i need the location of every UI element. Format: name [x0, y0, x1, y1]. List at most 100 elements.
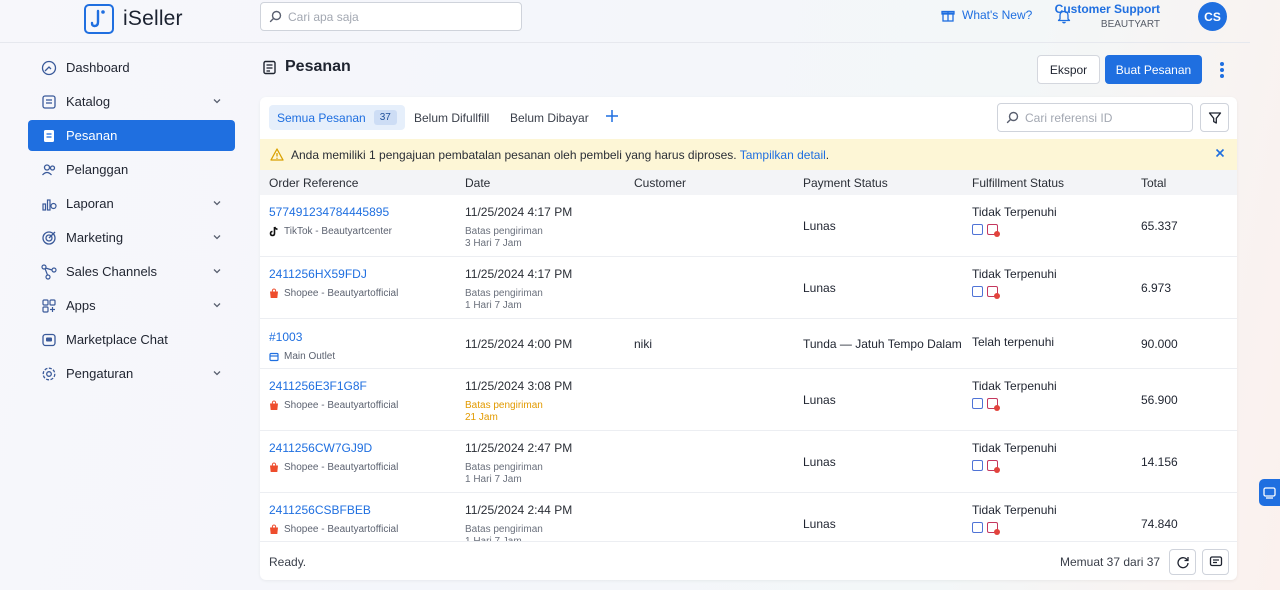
channel-name: Shopee - Beautyartofficial: [284, 400, 399, 411]
orders-panel: Semua Pesanan 37 Belum Difullfill Belum …: [260, 97, 1237, 580]
user-info[interactable]: Customer Support BEAUTYART: [1055, 2, 1160, 30]
reference-search-input[interactable]: [1025, 110, 1185, 125]
shipping-deadline-value: 3 Hari 7 Jam: [465, 238, 522, 249]
table-row[interactable]: 2411256E3F1G8F Shopee - Beautyartofficial…: [260, 369, 1237, 431]
orders-icon: [41, 128, 57, 144]
package-icon: [972, 522, 983, 533]
sidebar-item-label: Marketing: [66, 230, 124, 245]
package-icon: [972, 286, 983, 297]
column-header-date[interactable]: Date: [465, 176, 490, 190]
order-total: 65.337: [1141, 219, 1178, 233]
fulfillment-icons: [972, 522, 1057, 535]
add-tab-icon[interactable]: [605, 109, 619, 123]
sidebar-item-dashboard[interactable]: Dashboard: [28, 52, 235, 83]
table-row[interactable]: 577491234784445895 TikTok - Beautyartcent…: [260, 195, 1237, 257]
payment-status: Lunas: [803, 455, 836, 469]
logo[interactable]: iSeller: [84, 3, 183, 35]
table-row[interactable]: 2411256CSBFBEB Shopee - Beautyartofficial…: [260, 493, 1237, 541]
sidebar: Dashboard Katalog Pesanan Pelanggan Lapo…: [28, 52, 235, 392]
settings-icon: [41, 366, 57, 382]
chevron-down-icon: [213, 99, 221, 104]
shipping-deadline-value: 1 Hari 7 Jam: [465, 474, 522, 485]
sales-channel: Shopee - Beautyartofficial: [269, 288, 398, 299]
search-icon: [1006, 111, 1019, 124]
fulfillment-status: Tidak Terpenuhi: [972, 205, 1057, 219]
channel-name: Shopee - Beautyartofficial: [284, 288, 399, 299]
close-icon[interactable]: [1215, 148, 1225, 158]
fulfillment-status: Tidak Terpenuhi: [972, 267, 1057, 281]
reference-search[interactable]: [997, 103, 1193, 132]
marketing-icon: [41, 230, 57, 246]
show-detail-link[interactable]: Tampilkan detail: [740, 148, 826, 162]
cancellation-alert: Anda memiliki 1 pengajuan pembatalan pes…: [260, 139, 1237, 170]
shipping-deadline-label: Batas pengiriman: [465, 462, 543, 473]
tab-count-badge: 37: [373, 110, 397, 125]
order-reference-link[interactable]: 2411256E3F1G8F: [269, 379, 398, 393]
order-reference-link[interactable]: #1003: [269, 330, 335, 344]
table-row[interactable]: 2411256HX59FDJ Shopee - Beautyartofficial…: [260, 257, 1237, 319]
tab-all-orders[interactable]: Semua Pesanan 37: [269, 105, 405, 130]
sidebar-item-pengaturan[interactable]: Pengaturan: [28, 358, 235, 389]
document-alert-icon: [987, 522, 1000, 535]
sidebar-item-katalog[interactable]: Katalog: [28, 86, 235, 117]
sidebar-item-label: Sales Channels: [66, 264, 158, 279]
whats-new-label: What's New?: [962, 8, 1033, 22]
shipping-deadline-label: Batas pengiriman: [465, 226, 543, 237]
shipping-deadline-value: 21 Jam: [465, 412, 498, 423]
order-date: 11/25/2024 2:44 PM: [465, 503, 573, 517]
tab-unpaid[interactable]: Belum Dibayar: [510, 105, 589, 130]
sidebar-item-pesanan[interactable]: Pesanan: [28, 120, 235, 151]
order-reference-link[interactable]: 577491234784445895: [269, 205, 392, 219]
order-reference-link[interactable]: 2411256HX59FDJ: [269, 267, 398, 281]
payment-status: Tunda — Jatuh Tempo Dalam 7: [803, 337, 963, 351]
sidebar-item-apps[interactable]: Apps: [28, 290, 235, 321]
refresh-button[interactable]: [1169, 549, 1196, 575]
fulfillment-status: Tidak Terpenuhi: [972, 379, 1057, 393]
table-row[interactable]: #1003 Main Outlet 11/25/2024 4:00 PM niki Tu…: [260, 319, 1237, 369]
chevron-down-icon: [213, 371, 221, 376]
filter-button[interactable]: [1200, 103, 1229, 132]
catalog-icon: [41, 94, 57, 110]
sidebar-item-marketplace-chat[interactable]: Marketplace Chat: [28, 324, 235, 355]
order-reference-link[interactable]: 2411256CSBFBEB: [269, 503, 398, 517]
load-status: Ready.: [269, 555, 307, 569]
order-date: 11/25/2024 4:00 PM: [465, 337, 573, 351]
sales-channel: TikTok - Beautyartcenter: [269, 226, 392, 237]
create-order-button[interactable]: Buat Pesanan: [1105, 55, 1202, 84]
warning-icon: [270, 148, 284, 161]
order-date: 11/25/2024 4:17 PM: [465, 267, 573, 281]
more-options-icon[interactable]: [1216, 60, 1228, 80]
global-search-input[interactable]: [288, 9, 508, 24]
fulfillment-status: Tidak Terpenuhi: [972, 441, 1057, 455]
sidebar-item-laporan[interactable]: Laporan: [28, 188, 235, 219]
shipping-deadline-value: 1 Hari 7 Jam: [465, 300, 522, 311]
tab-unfulfilled[interactable]: Belum Difullfill: [414, 105, 489, 130]
sidebar-item-label: Marketplace Chat: [66, 332, 168, 347]
fulfillment-icons: [972, 398, 1057, 411]
refresh-icon: [1176, 557, 1189, 569]
order-date: 11/25/2024 2:47 PM: [465, 441, 573, 455]
side-widget-button[interactable]: [1259, 479, 1280, 506]
column-header-customer[interactable]: Customer: [634, 176, 686, 190]
sidebar-item-sales-channels[interactable]: Sales Channels: [28, 256, 235, 287]
fulfillment-icons: [972, 224, 1057, 237]
column-header-fulfillment-status[interactable]: Fulfillment Status: [972, 176, 1064, 190]
global-search[interactable]: [260, 2, 522, 31]
export-button[interactable]: Ekspor: [1037, 55, 1100, 84]
column-header-total[interactable]: Total: [1141, 176, 1166, 190]
whats-new-link[interactable]: What's New?: [941, 8, 1032, 22]
avatar[interactable]: CS: [1198, 2, 1227, 31]
column-header-order-reference[interactable]: Order Reference: [269, 176, 358, 190]
channel-name: TikTok - Beautyartcenter: [284, 226, 393, 237]
sidebar-item-marketing[interactable]: Marketing: [28, 222, 235, 253]
feedback-button[interactable]: [1202, 549, 1229, 575]
fulfillment-status: Telah terpenuhi: [972, 335, 1055, 349]
column-header-payment-status[interactable]: Payment Status: [803, 176, 888, 190]
order-tabs: Semua Pesanan 37 Belum Difullfill Belum …: [260, 97, 1237, 139]
table-row[interactable]: 2411256CW7GJ9D Shopee - Beautyartofficial…: [260, 431, 1237, 493]
sidebar-item-pelanggan[interactable]: Pelanggan: [28, 154, 235, 185]
order-total: 14.156: [1141, 455, 1178, 469]
shipping-deadline-label: Batas pengiriman: [465, 288, 543, 299]
order-reference-link[interactable]: 2411256CW7GJ9D: [269, 441, 398, 455]
shopee-icon: [269, 288, 279, 299]
